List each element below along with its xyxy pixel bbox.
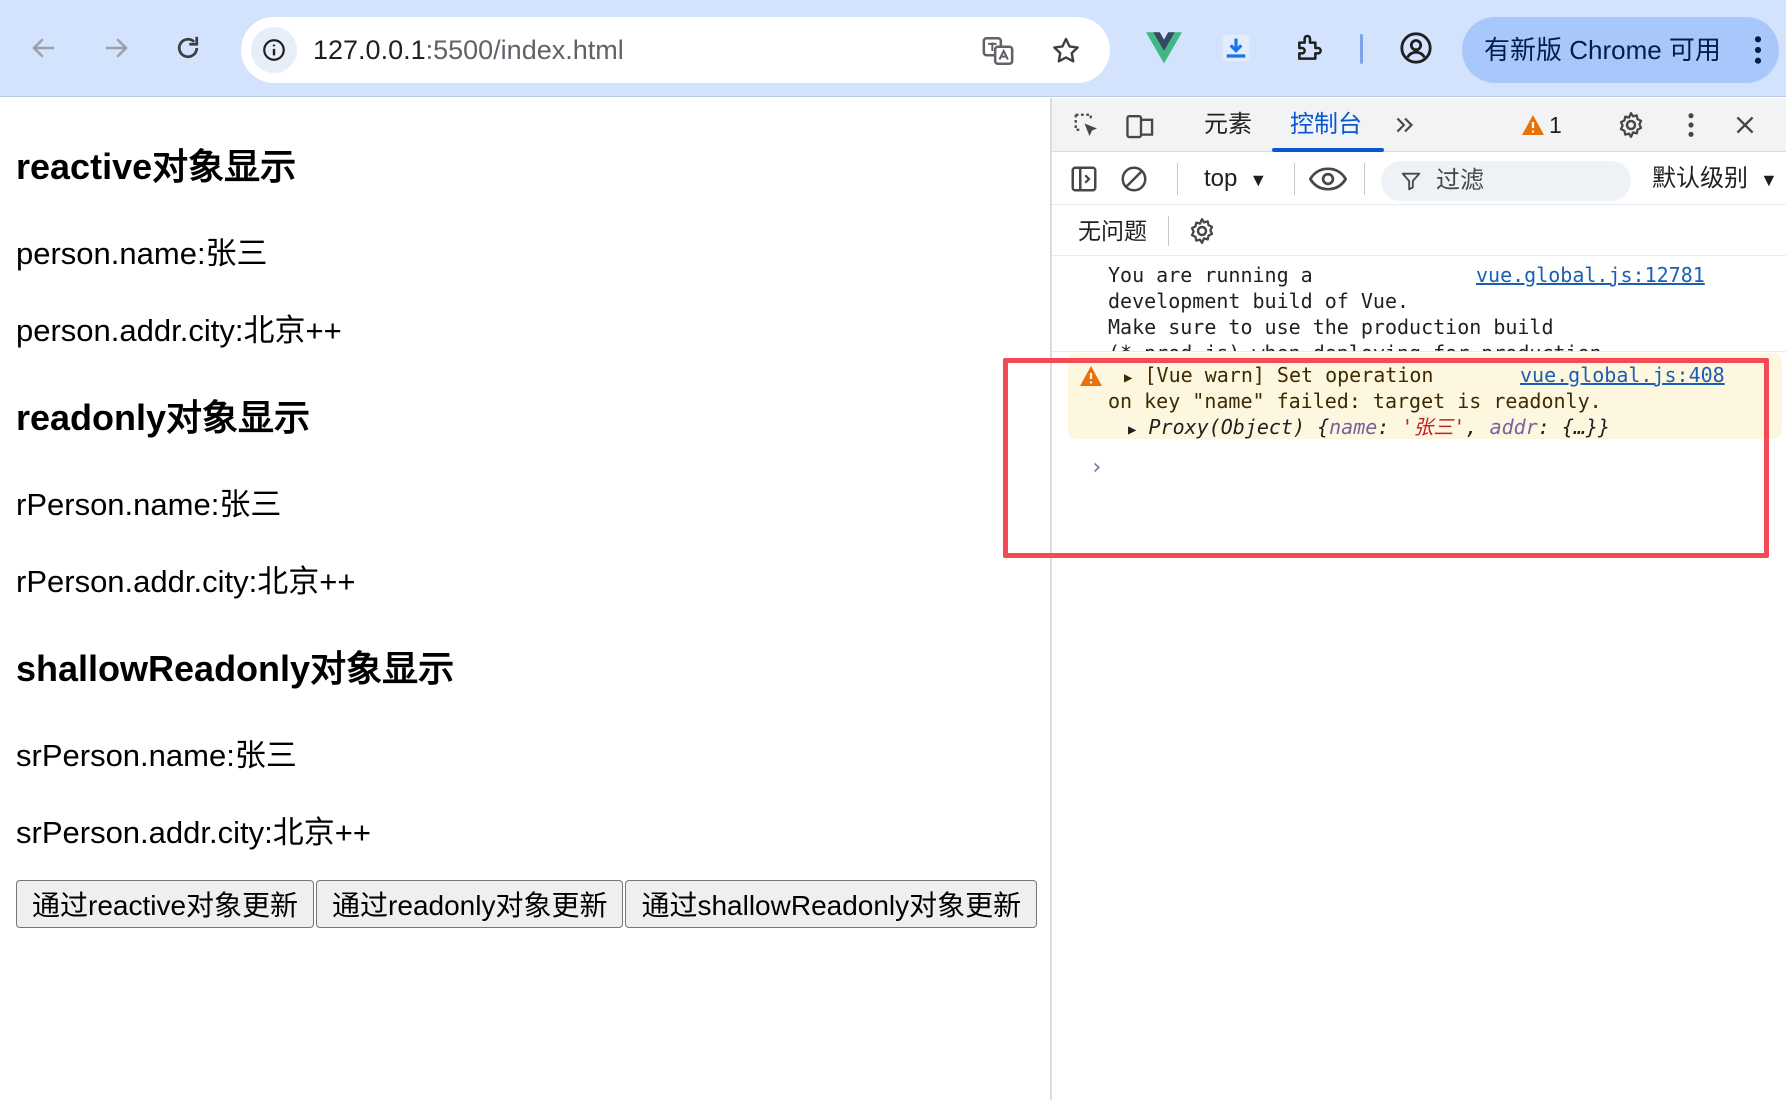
filter-placeholder: 过滤	[1436, 167, 1484, 194]
log-levels-label: 默认级别	[1652, 165, 1748, 192]
warn-source-link[interactable]: vue.global.js:408	[1520, 363, 1725, 387]
back-icon[interactable]	[24, 28, 64, 68]
expand-triangle-icon[interactable]: ▶	[1124, 370, 1132, 386]
warn-line-1: [Vue warn] Set operation	[1144, 363, 1434, 387]
rperson-city-line: rPerson.addr.city:北京++	[16, 564, 356, 599]
obj-key-name: name	[1329, 415, 1378, 439]
srperson-city-line: srPerson.addr.city:北京++	[16, 815, 371, 850]
more-tabs-icon[interactable]	[1390, 110, 1420, 140]
settings-icon[interactable]	[1614, 108, 1648, 142]
chrome-update-button[interactable]: 有新版 Chrome 可用	[1462, 17, 1779, 83]
chrome-update-label: 有新版 Chrome 可用	[1484, 35, 1721, 65]
toolbar-divider	[1360, 34, 1363, 64]
info-icon[interactable]	[251, 27, 297, 73]
reactive-heading: reactive对象显示	[16, 146, 297, 187]
star-icon[interactable]	[1047, 32, 1085, 70]
profile-icon[interactable]	[1396, 28, 1436, 68]
console-filterbar: top ▼ 过滤 默认级别 ▼	[1052, 153, 1786, 205]
console-settings-icon[interactable]	[1186, 215, 1218, 247]
log-line: Make sure to use the production build	[1108, 315, 1554, 339]
devtools-tabbar: 元素 控制台 1	[1052, 98, 1786, 152]
obj-key-addr: addr	[1489, 415, 1538, 439]
kebab-menu-icon[interactable]	[1676, 108, 1706, 142]
context-selector[interactable]: top ▼	[1204, 153, 1267, 205]
issues-status[interactable]: 无问题	[1078, 206, 1147, 256]
url-text[interactable]: 127.0.0.1:5500/index.html	[313, 17, 624, 83]
expand-triangle-icon[interactable]: ▶	[1128, 422, 1136, 438]
more-icon[interactable]	[1738, 30, 1778, 70]
obj-val-name: '张三'	[1401, 415, 1466, 439]
device-toolbar-icon[interactable]	[1124, 109, 1158, 143]
tab-elements[interactable]: 元素	[1204, 98, 1252, 152]
readonly-heading: readonly对象显示	[16, 397, 311, 438]
download-icon[interactable]	[1216, 28, 1256, 68]
console-output: You are running a development build of V…	[1052, 257, 1786, 1100]
proxy-object-row[interactable]: ▶ Proxy(Object) {name: '张三', addr: {…}}	[1128, 415, 1610, 442]
warn-line-2: on key "name" failed: target is readonly…	[1108, 389, 1602, 413]
tab-console[interactable]: 控制台	[1290, 98, 1362, 152]
devtools-panel: 元素 控制台 1 top ▼ 过滤 默认级别 ▼ 无问题 You are run…	[1050, 98, 1786, 1100]
page-content: reactive对象显示 person.name:张三 person.addr.…	[0, 98, 1050, 1100]
update-readonly-button[interactable]: 通过readonly对象更新	[316, 880, 624, 928]
separator	[1177, 163, 1178, 195]
log-line: (*.prod.js) when deploying for productio…	[1108, 341, 1614, 351]
console-warn-message: ▶ [Vue warn] Set operation vue.global.js…	[1068, 353, 1782, 439]
log-line: development build of Vue.	[1108, 289, 1410, 313]
extensions-icon[interactable]	[1290, 28, 1330, 68]
person-city-line: person.addr.city:北京++	[16, 313, 342, 348]
reload-icon[interactable]	[168, 28, 208, 68]
log-line: You are running a	[1108, 263, 1313, 287]
log-source-link[interactable]: vue.global.js:12781	[1476, 263, 1705, 287]
update-buttons: 通过reactive对象更新 通过readonly对象更新 通过shallowR…	[16, 880, 1038, 928]
update-shallow-readonly-button[interactable]: 通过shallowReadonly对象更新	[625, 880, 1038, 928]
translate-icon[interactable]	[979, 32, 1017, 70]
warning-icon	[1078, 363, 1104, 389]
separator	[1168, 216, 1169, 246]
filter-input[interactable]: 过滤	[1381, 161, 1631, 201]
inspect-element-icon[interactable]	[1070, 109, 1104, 143]
sidebar-toggle-icon[interactable]	[1068, 163, 1100, 195]
url-path: :5500/index.html	[425, 35, 624, 65]
browser-toolbar: 127.0.0.1:5500/index.html 有新版 Chrome 可用	[0, 0, 1786, 97]
warning-icon[interactable]	[1520, 112, 1546, 138]
chevron-down-icon: ▼	[1760, 170, 1778, 190]
log-levels-dropdown[interactable]: 默认级别 ▼	[1652, 153, 1778, 205]
update-reactive-button[interactable]: 通过reactive对象更新	[16, 880, 315, 928]
rperson-name-line: rPerson.name:张三	[16, 487, 282, 522]
person-name-line: person.name:张三	[16, 236, 268, 271]
active-tab-indicator	[1272, 148, 1384, 152]
separator	[1294, 163, 1295, 195]
proxy-label: Proxy(Object)	[1148, 415, 1306, 439]
chevron-down-icon: ▼	[1249, 170, 1268, 190]
vue-devtools-icon[interactable]	[1144, 28, 1184, 68]
console-log-message: You are running a development build of V…	[1052, 257, 1786, 352]
srperson-name-line: srPerson.name:张三	[16, 738, 297, 773]
forward-icon[interactable]	[96, 28, 136, 68]
issues-bar: 无问题	[1052, 206, 1786, 256]
context-label: top	[1204, 165, 1238, 192]
shallow-readonly-heading: shallowReadonly对象显示	[16, 648, 455, 689]
warning-count[interactable]: 1	[1549, 98, 1562, 152]
separator	[1364, 163, 1365, 195]
filter-icon	[1399, 169, 1423, 193]
address-bar[interactable]: 127.0.0.1:5500/index.html	[241, 17, 1110, 83]
obj-val-addr: {…}}	[1561, 415, 1611, 439]
obj-open: {	[1305, 415, 1330, 439]
clear-console-icon[interactable]	[1118, 163, 1150, 195]
close-icon[interactable]	[1728, 108, 1762, 142]
url-host: 127.0.0.1	[313, 35, 426, 65]
eye-icon[interactable]	[1308, 163, 1348, 195]
console-prompt-icon[interactable]: ›	[1090, 455, 1103, 480]
